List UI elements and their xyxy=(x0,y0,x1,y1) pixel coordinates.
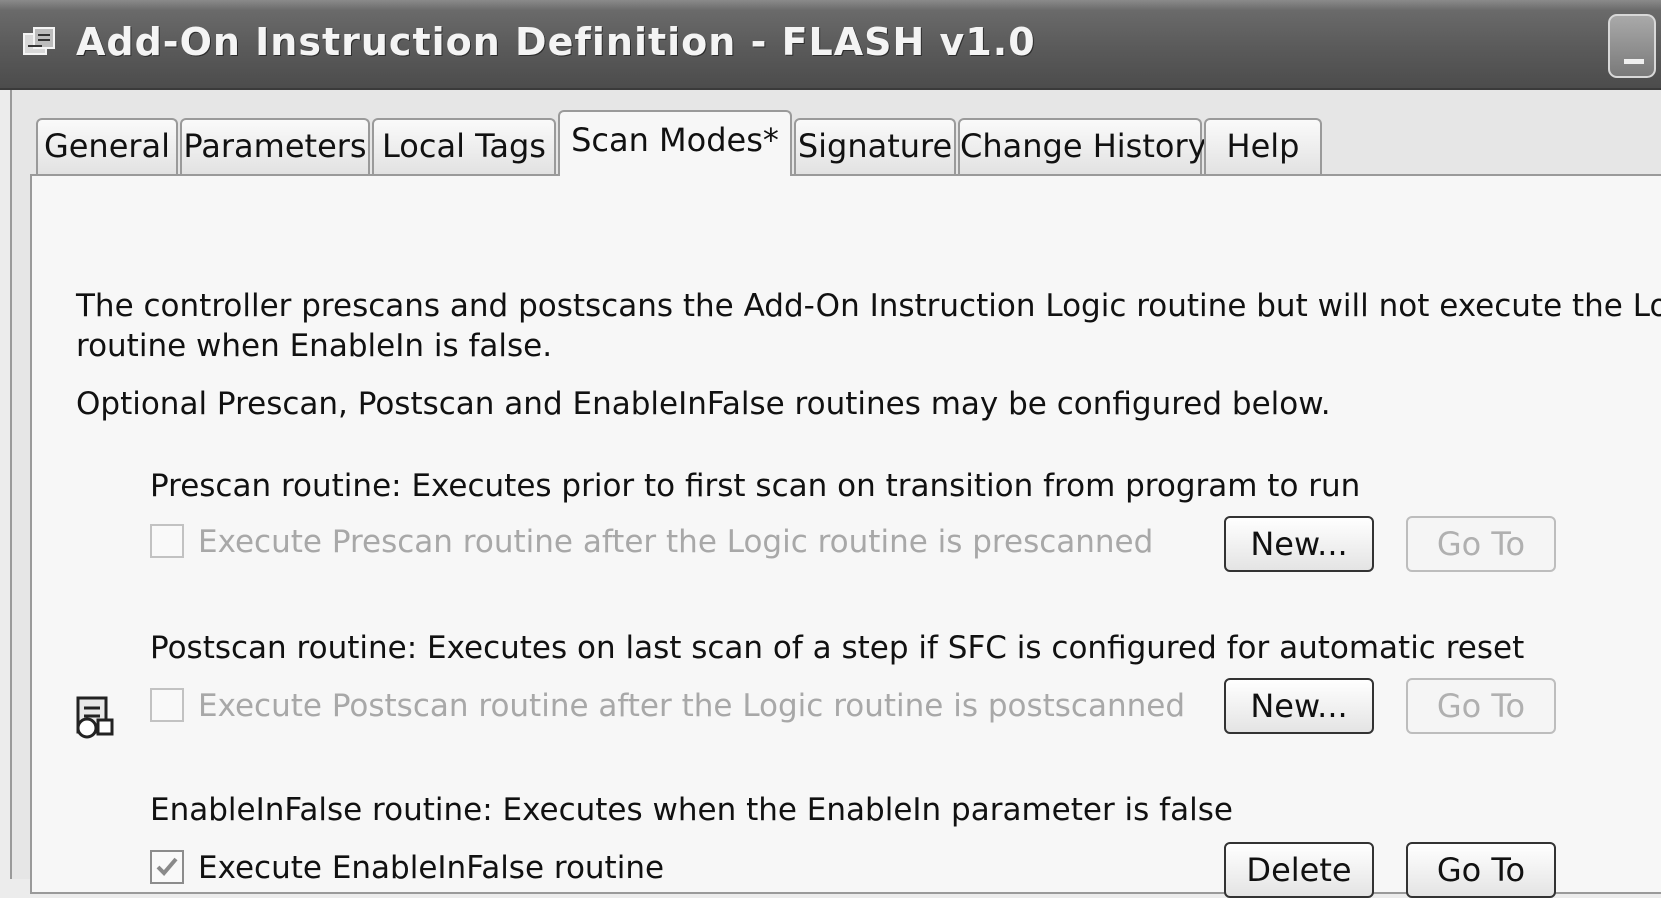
enableinfalse-heading: EnableInFalse routine: Executes when the… xyxy=(150,792,1233,828)
tab-local-tags[interactable]: Local Tags xyxy=(372,118,556,174)
minimize-button[interactable] xyxy=(1608,14,1656,78)
tab-help[interactable]: Help xyxy=(1204,118,1322,174)
prescan-goto-button[interactable]: Go To xyxy=(1406,516,1556,572)
postscan-heading: Postscan routine: Executes on last scan … xyxy=(150,630,1525,666)
scan-modes-panel: The controller prescans and postscans th… xyxy=(30,174,1661,898)
tab-scan-modes[interactable]: Scan Modes* xyxy=(558,110,792,176)
tab-parameters[interactable]: Parameters xyxy=(180,118,370,174)
intro-text-line1: The controller prescans and postscans th… xyxy=(76,288,1661,324)
prescan-heading: Prescan routine: Executes prior to first… xyxy=(150,468,1361,504)
dialog-body: General Parameters Local Tags Scan Modes… xyxy=(10,90,1661,898)
routine-icon xyxy=(76,696,114,739)
prescan-new-button[interactable]: New... xyxy=(1224,516,1374,572)
postscan-goto-button[interactable]: Go To xyxy=(1406,678,1556,734)
tab-signature[interactable]: Signature xyxy=(794,118,956,174)
postscan-checkbox-label: Execute Postscan routine after the Logic… xyxy=(198,688,1186,724)
enableinfalse-goto-button[interactable]: Go To xyxy=(1406,842,1556,898)
title-bar[interactable]: Add-On Instruction Definition - FLASH v1… xyxy=(0,0,1661,90)
minimize-icon xyxy=(1624,59,1644,64)
optional-routines-text: Optional Prescan, Postscan and EnableInF… xyxy=(76,386,1331,422)
checkmark-icon xyxy=(156,857,178,876)
tab-change-history[interactable]: Change History xyxy=(958,118,1207,174)
postscan-new-button[interactable]: New... xyxy=(1224,678,1374,734)
enableinfalse-checkbox-label: Execute EnableInFalse routine xyxy=(198,850,665,886)
prescan-checkbox[interactable] xyxy=(150,524,184,558)
postscan-checkbox[interactable] xyxy=(150,688,184,722)
intro-text-line2: routine when EnableIn is false. xyxy=(76,328,553,364)
window-title: Add-On Instruction Definition - FLASH v1… xyxy=(76,20,1036,64)
enableinfalse-delete-button[interactable]: Delete xyxy=(1224,842,1374,898)
tab-general[interactable]: General xyxy=(36,118,178,174)
aoi-window-icon xyxy=(23,27,55,55)
prescan-checkbox-label: Execute Prescan routine after the Logic … xyxy=(198,524,1154,560)
